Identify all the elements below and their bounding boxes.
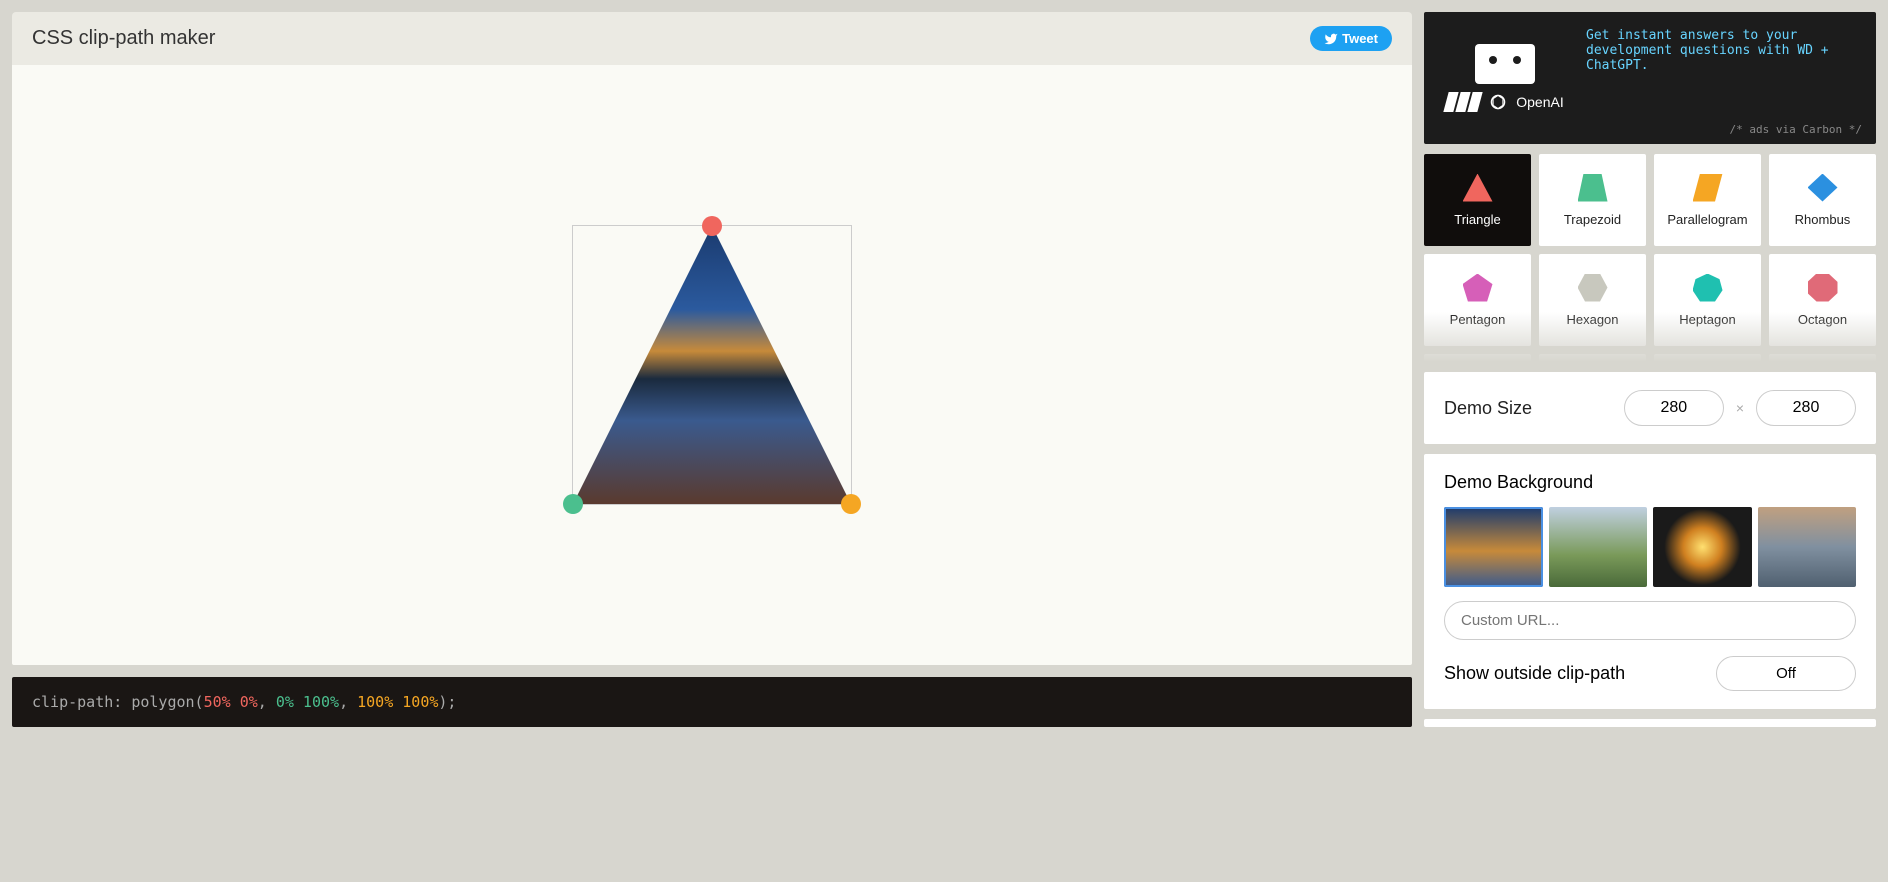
- code-point-2: 0% 100%: [276, 693, 339, 711]
- shape-octagon[interactable]: Octagon: [1769, 254, 1876, 346]
- shape-label: Parallelogram: [1667, 212, 1747, 227]
- shape-bevel[interactable]: Bevel: [1654, 354, 1761, 362]
- bg-thumb-2[interactable]: [1549, 507, 1648, 587]
- code-point-3: 100% 100%: [357, 693, 438, 711]
- ad-brand: OpenAI: [1516, 94, 1563, 110]
- page-title: CSS clip-path maker: [32, 27, 215, 50]
- shape-label: Rhombus: [1795, 212, 1851, 227]
- bg-thumbs: [1444, 507, 1856, 587]
- trapezoid-icon: [1578, 174, 1608, 202]
- clip-handle-2[interactable]: [563, 494, 583, 514]
- openai-logo-icon: [1488, 92, 1508, 112]
- shape-decagon[interactable]: Decagon: [1539, 354, 1646, 362]
- shape-triangle[interactable]: Triangle: [1424, 154, 1531, 246]
- demo-background-panel: Demo Background Show outside clip-path O…: [1424, 454, 1876, 709]
- shape-parallelogram[interactable]: Parallelogram: [1654, 154, 1761, 246]
- robot-icon: [1475, 44, 1535, 84]
- bg-thumb-1[interactable]: [1444, 507, 1543, 587]
- code-fn: polygon(: [131, 693, 203, 711]
- code-output[interactable]: clip-path: polygon(50% 0%, 0% 100%, 100%…: [12, 677, 1412, 727]
- demo-bg-title: Demo Background: [1444, 472, 1856, 493]
- clip-handle-3[interactable]: [841, 494, 861, 514]
- outside-clip-toggle[interactable]: Off: [1716, 656, 1856, 691]
- shape-trapezoid[interactable]: Trapezoid: [1539, 154, 1646, 246]
- wd-logo-icon: [1446, 92, 1480, 112]
- parallelogram-icon: [1693, 174, 1723, 202]
- shape-label: Heptagon: [1679, 312, 1735, 327]
- header-bar: CSS clip-path maker Tweet: [12, 12, 1412, 65]
- tweet-button[interactable]: Tweet: [1310, 26, 1392, 51]
- twitter-icon: [1324, 32, 1338, 46]
- shape-rabbet[interactable]: Rabbet: [1769, 354, 1876, 362]
- shape-label: Pentagon: [1450, 312, 1506, 327]
- shape-pentagon[interactable]: Pentagon: [1424, 254, 1531, 346]
- shape-nonagon[interactable]: Nonagon: [1424, 354, 1531, 362]
- shape-label: Octagon: [1798, 312, 1847, 327]
- code-prefix: clip-path:: [32, 693, 131, 711]
- shape-rhombus[interactable]: Rhombus: [1769, 154, 1876, 246]
- shape-label: Triangle: [1454, 212, 1500, 227]
- outside-clip-label: Show outside clip-path: [1444, 663, 1700, 684]
- shape-grid: Triangle Trapezoid Parallelogram Rhombus Pen…: [1424, 154, 1876, 362]
- shape-heptagon[interactable]: Heptagon: [1654, 254, 1761, 346]
- next-panel-peek: [1424, 719, 1876, 727]
- demo-height-input[interactable]: [1756, 390, 1856, 426]
- shape-hexagon[interactable]: Hexagon: [1539, 254, 1646, 346]
- hexagon-icon: [1578, 274, 1608, 302]
- code-point-1: 50% 0%: [204, 693, 258, 711]
- tweet-label: Tweet: [1342, 31, 1378, 46]
- heptagon-icon: [1693, 274, 1723, 302]
- bg-thumb-4[interactable]: [1758, 507, 1857, 587]
- demo-size-panel: Demo Size ×: [1424, 372, 1876, 444]
- octagon-icon: [1808, 274, 1838, 302]
- size-sep: ×: [1736, 400, 1744, 416]
- demo-image: [573, 226, 851, 504]
- demo-size-label: Demo Size: [1444, 398, 1612, 419]
- canvas-area[interactable]: [12, 65, 1412, 665]
- clip-handle-1[interactable]: [702, 216, 722, 236]
- shape-label: Trapezoid: [1564, 212, 1621, 227]
- rhombus-icon: [1808, 174, 1838, 202]
- ad-logo: OpenAI: [1440, 28, 1570, 128]
- shape-label: Hexagon: [1566, 312, 1618, 327]
- demo-clip-box[interactable]: [572, 225, 852, 505]
- custom-url-input[interactable]: [1444, 601, 1856, 640]
- demo-width-input[interactable]: [1624, 390, 1724, 426]
- ad-text: Get instant answers to your development …: [1586, 28, 1860, 128]
- ad-box[interactable]: OpenAI Get instant answers to your devel…: [1424, 12, 1876, 144]
- triangle-icon: [1463, 174, 1493, 202]
- ad-via: /* ads via Carbon */: [1730, 123, 1862, 136]
- code-suffix: );: [438, 693, 456, 711]
- bg-thumb-3[interactable]: [1653, 507, 1752, 587]
- pentagon-icon: [1463, 274, 1493, 302]
